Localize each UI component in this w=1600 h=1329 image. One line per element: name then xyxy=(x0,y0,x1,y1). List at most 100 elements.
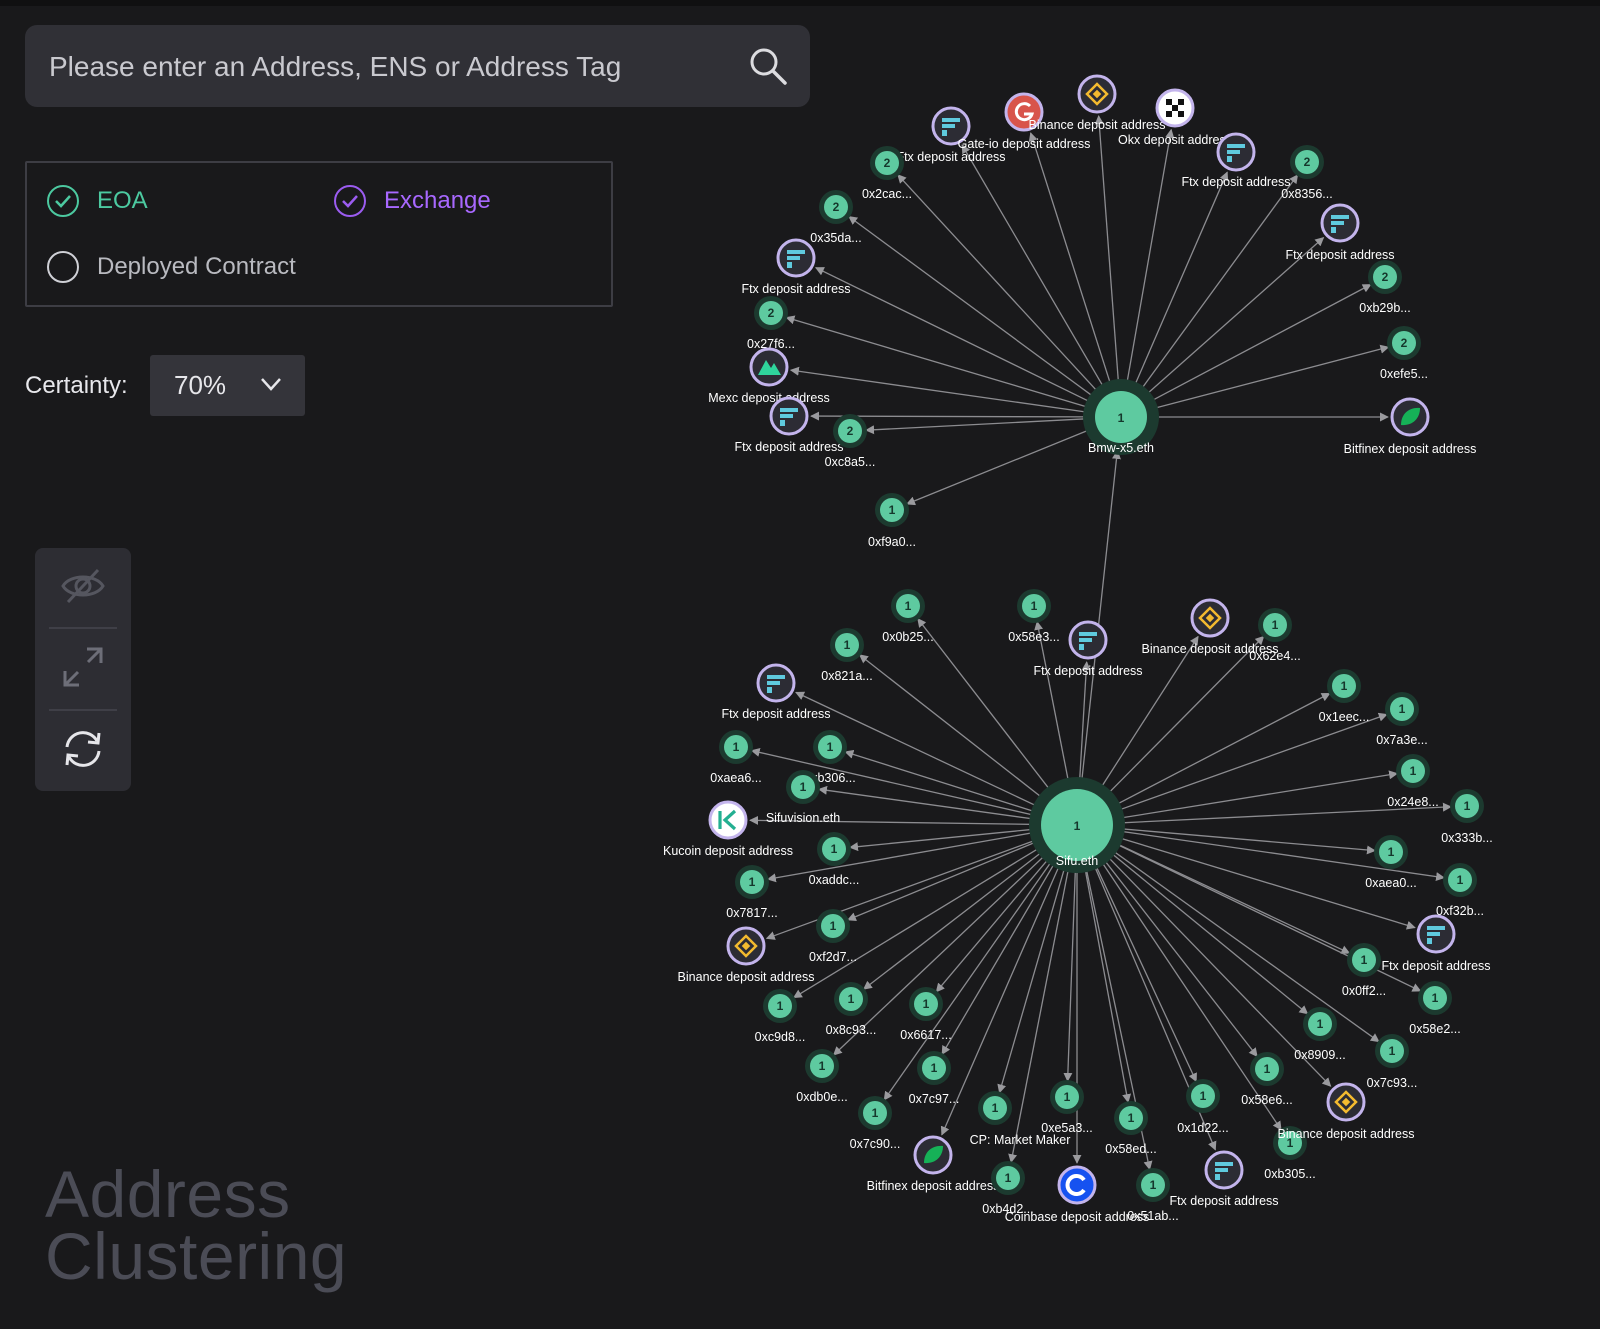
graph-node[interactable]: 1 0xdb0e... xyxy=(796,1049,848,1104)
graph-node[interactable]: 1 0xe5a3... xyxy=(1041,1080,1093,1135)
graph-node[interactable]: 1 0x58ed... xyxy=(1105,1101,1157,1156)
refresh-button[interactable] xyxy=(35,711,131,791)
graph-node[interactable]: Binance deposit address xyxy=(1142,598,1279,656)
graph-node[interactable]: Binance deposit address xyxy=(1029,74,1166,132)
graph-node[interactable]: 20x27f6... xyxy=(747,296,795,351)
graph-node[interactable]: 2 0xefe5... xyxy=(1380,326,1428,381)
coinbase-logo-icon[interactable] xyxy=(1057,1165,1097,1205)
node-label: 0xdb0e... xyxy=(796,1090,847,1104)
graph-node[interactable]: 1 0x7817... xyxy=(726,865,778,920)
graph-edge xyxy=(917,617,1054,794)
node-count: 1 xyxy=(1388,845,1395,859)
ftx-bar xyxy=(1227,150,1240,154)
graph-node[interactable]: Ftx deposit address xyxy=(1285,203,1395,262)
node-label: 0x2cac... xyxy=(862,187,912,201)
ftx-bar xyxy=(1227,144,1245,148)
graph-edge xyxy=(941,859,1058,1055)
ftx-bar xyxy=(1427,926,1445,930)
graph-node[interactable]: Mexc deposit address xyxy=(708,347,830,405)
node-count: 1 xyxy=(1399,702,1406,716)
search-input[interactable] xyxy=(47,25,731,109)
graph-node[interactable]: 1 0x8c93... xyxy=(826,982,877,1037)
node-label: Bitfinex deposit address xyxy=(867,1179,1000,1193)
node-label: 0xb305... xyxy=(1264,1167,1315,1181)
watermark-line-2: Clustering xyxy=(45,1219,348,1293)
node-label: Ftx deposit address xyxy=(734,440,843,454)
expand-button[interactable] xyxy=(35,629,131,709)
hub-label: Bmw-x5.eth xyxy=(1088,441,1154,455)
graph-edge xyxy=(1098,635,1199,792)
graph-node[interactable]: 1 0x24e8... xyxy=(1387,754,1439,809)
graph-edge xyxy=(848,215,1098,400)
node-label: 0xc8a5... xyxy=(825,455,876,469)
graph-node[interactable]: 1 0xf32b... xyxy=(1436,863,1484,918)
filter-deployed-contract-checkbox[interactable]: Deployed Contract xyxy=(47,251,296,283)
graph-node[interactable]: 1 0xf2d7... xyxy=(809,909,857,964)
graph-node[interactable]: 1 0x1d22... xyxy=(1177,1079,1229,1135)
graph-node[interactable]: 1 0x7c97... xyxy=(909,1051,960,1106)
graph-edge xyxy=(1125,128,1175,388)
graph-node[interactable]: 2 0x35da... xyxy=(810,190,862,245)
graph-node[interactable]: 1 0x7a3e... xyxy=(1376,692,1428,747)
graph-node[interactable]: Ftx deposit address xyxy=(1381,914,1491,973)
hub-node-sifu[interactable]: 1 Sifu.eth xyxy=(1029,777,1125,873)
graph-node[interactable]: 1 0xf9a0... xyxy=(868,493,916,549)
graph-node[interactable]: 1 0x8909... xyxy=(1294,1007,1346,1062)
graph-node[interactable]: 1 0x7c90... xyxy=(850,1096,901,1151)
certainty-select[interactable]: 70% xyxy=(150,355,305,416)
graph-node[interactable]: 1 0xaea0... xyxy=(1365,835,1417,890)
hub-node-bmw[interactable]: 1 Bmw-x5.eth xyxy=(1083,379,1159,455)
graph-node[interactable]: 1 0x1eec... xyxy=(1319,669,1370,724)
filter-exchange-checkbox[interactable]: Exchange xyxy=(334,185,491,217)
node-label: Ftx deposit address xyxy=(1169,1194,1278,1208)
graph-node[interactable]: 1 0x821a... xyxy=(821,628,873,683)
graph-node[interactable]: 2 0xb29b... xyxy=(1359,260,1411,315)
node-count: 1 xyxy=(827,740,834,754)
graph-node[interactable]: 2 0x8356... xyxy=(1281,145,1333,201)
graph-node[interactable]: 1 0x62e4... xyxy=(1249,608,1301,663)
graph-node[interactable]: 1 0xaea6... xyxy=(710,730,762,785)
refresh-icon xyxy=(61,727,105,776)
node-label: 0xc9d8... xyxy=(755,1030,806,1044)
node-count: 1 xyxy=(1317,1017,1324,1031)
graph-node[interactable]: 1 0x58e6... xyxy=(1241,1052,1293,1107)
graph-node[interactable]: Ftx deposit address xyxy=(734,396,844,454)
node-label: 0x58e2... xyxy=(1409,1022,1460,1036)
graph-node[interactable]: 1 0xaddc... xyxy=(809,832,860,887)
graph-node[interactable]: Ftx deposit address xyxy=(1169,1150,1279,1208)
search-icon[interactable] xyxy=(748,46,788,86)
filter-eoa-checkbox[interactable]: EOA xyxy=(47,185,148,217)
node-label: Ftx deposit address xyxy=(896,150,1005,164)
graph-node[interactable]: 1 0xc9d8... xyxy=(755,989,806,1044)
node-count: 1 xyxy=(800,780,807,794)
node-label: Gate-io deposit address xyxy=(958,137,1091,151)
node-count: 1 xyxy=(749,875,756,889)
okx-square xyxy=(1178,111,1184,117)
node-count: 1 xyxy=(733,740,740,754)
kucoin-logo-icon[interactable] xyxy=(708,800,748,840)
graph-node[interactable]: Ftx deposit address xyxy=(741,238,851,296)
node-label: Binance deposit address xyxy=(1278,1127,1415,1141)
node-label: 0x0b25... xyxy=(882,630,933,644)
node-count: 1 xyxy=(1264,1062,1271,1076)
graph-node[interactable]: 1 0x333b... xyxy=(1441,789,1493,845)
graph-node[interactable]: Binance deposit address xyxy=(678,926,815,984)
graph-node[interactable]: Ftx deposit address xyxy=(721,663,831,721)
graph-edge xyxy=(905,427,1094,506)
hide-button[interactable] xyxy=(35,548,131,628)
node-label: Ftx deposit address xyxy=(1381,959,1490,973)
graph-node[interactable]: Bitfinex deposit address xyxy=(1344,397,1477,456)
graph-node[interactable]: 1 0x0b25... xyxy=(882,589,934,644)
graph-node[interactable]: Ftx deposit address xyxy=(896,106,1006,164)
ftx-bar xyxy=(780,414,793,418)
graph-node[interactable]: 1 0x7c93... xyxy=(1367,1034,1418,1090)
graph-node[interactable]: 1 0x58e3... xyxy=(1008,589,1060,644)
graph-edge xyxy=(1116,802,1452,824)
graph-edge xyxy=(1083,864,1132,1104)
graph-edge xyxy=(1094,115,1120,388)
graph-edge xyxy=(849,828,1038,852)
node-label: 0x62e4... xyxy=(1249,649,1300,663)
graph-node[interactable]: Binance deposit address xyxy=(1278,1082,1415,1141)
expand-icon xyxy=(61,645,105,694)
node-label: 0x8356... xyxy=(1281,187,1332,201)
